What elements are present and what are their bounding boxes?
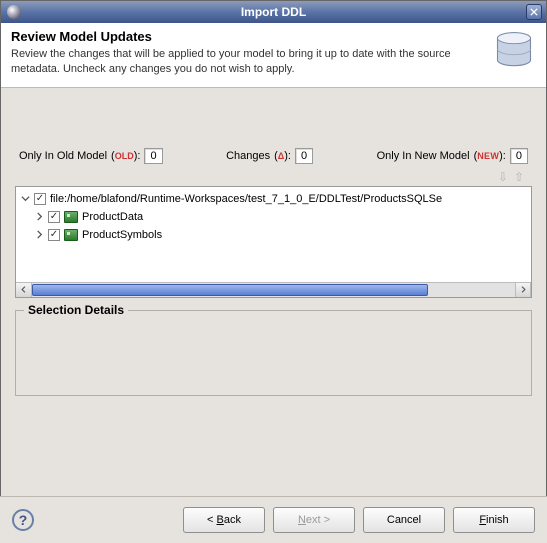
- tree-root-label: file:/home/blafond/Runtime-Workspaces/te…: [50, 193, 442, 205]
- expand-toggle[interactable]: [34, 212, 44, 222]
- only-new-value: 0: [510, 148, 528, 164]
- only-new-tag: (NEW):: [474, 150, 506, 162]
- finish-button[interactable]: Finish: [453, 507, 535, 533]
- title-bar: Import DDL: [1, 1, 546, 23]
- checkbox[interactable]: [48, 211, 60, 223]
- app-icon: [7, 5, 21, 19]
- tree-root-row[interactable]: file:/home/blafond/Runtime-Workspaces/te…: [20, 190, 527, 208]
- close-icon: [530, 8, 538, 16]
- next-button: Next >: [273, 507, 355, 533]
- chevron-left-icon: [20, 286, 27, 293]
- table-icon: [64, 229, 78, 241]
- horizontal-scrollbar[interactable]: [16, 282, 531, 297]
- back-button[interactable]: < Back: [183, 507, 265, 533]
- only-old-group: Only In Old Model (OLD): 0: [19, 148, 163, 164]
- changes-label: Changes: [226, 150, 270, 162]
- scroll-left-button[interactable]: [16, 283, 32, 297]
- scroll-thumb[interactable]: [32, 284, 428, 296]
- selection-details-group: Selection Details: [15, 310, 532, 396]
- only-old-label: Only In Old Model: [19, 150, 107, 162]
- changes-tag: (Δ):: [274, 150, 291, 162]
- counts-row: Only In Old Model (OLD): 0 Changes (Δ): …: [15, 148, 532, 168]
- table-icon: [64, 211, 78, 223]
- only-new-label: Only In New Model: [377, 150, 470, 162]
- tree-item-row[interactable]: ProductData: [20, 208, 527, 226]
- button-bar: ? < Back Next > Cancel Finish: [0, 496, 547, 543]
- expand-toggle[interactable]: [34, 230, 44, 240]
- client-area: Only In Old Model (OLD): 0 Changes (Δ): …: [1, 88, 546, 406]
- banner-heading: Review Model Updates: [11, 29, 484, 44]
- only-new-group: Only In New Model (NEW): 0: [377, 148, 528, 164]
- tree-item-row[interactable]: ProductSymbols: [20, 226, 527, 244]
- scroll-right-button[interactable]: [515, 283, 531, 297]
- cancel-button[interactable]: Cancel: [363, 507, 445, 533]
- close-button[interactable]: [526, 4, 542, 20]
- selection-details-legend: Selection Details: [24, 303, 128, 317]
- tree-item-label: ProductSymbols: [82, 229, 162, 241]
- nav-arrows: ⇩ ⇧: [15, 168, 532, 186]
- scroll-track[interactable]: [32, 283, 515, 297]
- arrow-up-icon[interactable]: ⇧: [514, 170, 524, 184]
- checkbox[interactable]: [34, 193, 46, 205]
- window-title: Import DDL: [1, 5, 546, 19]
- only-old-tag: (OLD):: [111, 150, 140, 162]
- wizard-banner: Review Model Updates Review the changes …: [1, 23, 546, 88]
- expand-toggle[interactable]: [20, 194, 30, 204]
- help-button[interactable]: ?: [12, 509, 34, 531]
- tree-viewer: file:/home/blafond/Runtime-Workspaces/te…: [15, 186, 532, 298]
- only-old-value: 0: [144, 148, 162, 164]
- tree-item-label: ProductData: [82, 211, 143, 223]
- changes-group: Changes (Δ): 0: [226, 148, 313, 164]
- arrow-down-icon[interactable]: ⇩: [498, 170, 508, 184]
- database-icon: [492, 29, 536, 76]
- changes-value: 0: [295, 148, 313, 164]
- banner-description: Review the changes that will be applied …: [11, 47, 484, 77]
- checkbox[interactable]: [48, 229, 60, 241]
- chevron-right-icon: [520, 286, 527, 293]
